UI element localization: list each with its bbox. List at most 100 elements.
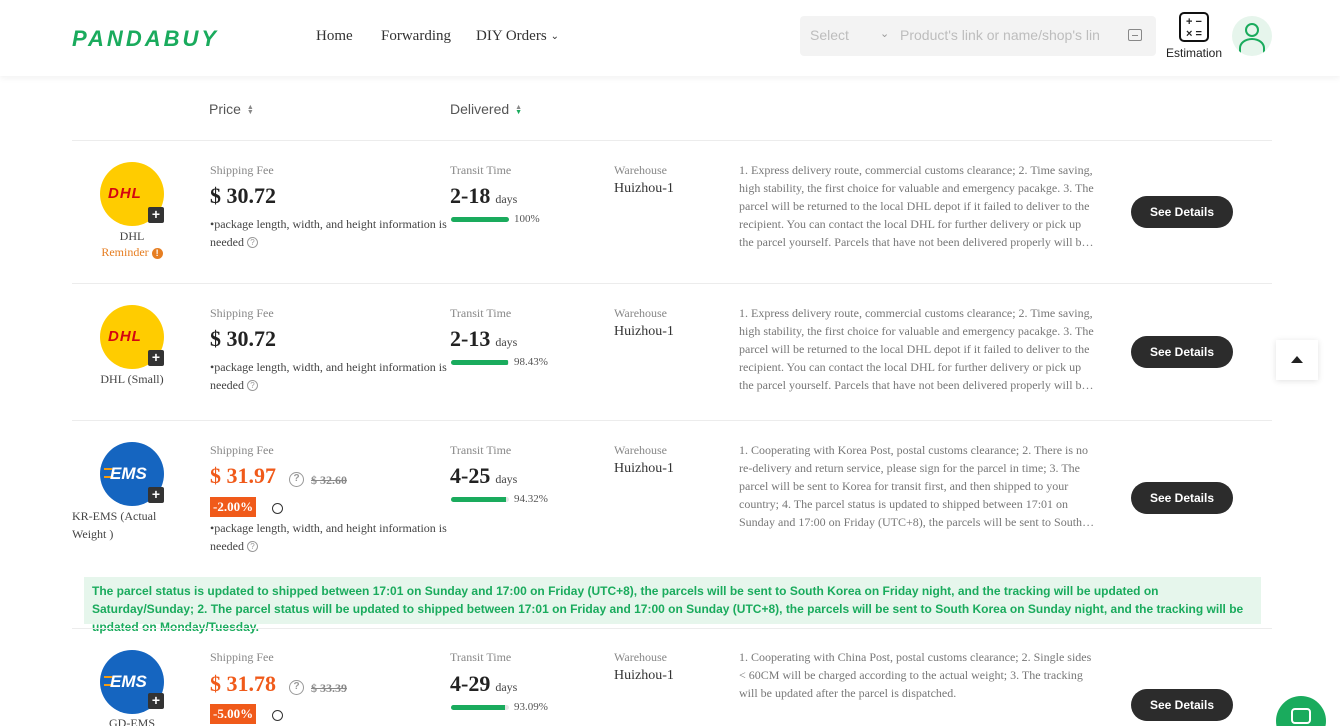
alert-icon: !	[151, 248, 163, 259]
sort-arrows-icon: ▲ ▼	[246, 104, 254, 117]
chevron-down-icon[interactable]: ⌄	[880, 27, 889, 40]
size-note: •package length, width, and height infor…	[210, 358, 455, 394]
see-details-button[interactable]: See Details	[1131, 482, 1233, 514]
reminder-label: Reminder	[101, 245, 149, 259]
original-fee: $ 33.39	[311, 681, 347, 695]
delivered-progress-bar	[451, 217, 509, 222]
route-row-dhl: DHL + DHL Reminder! Shipping Fee $ 30.72…	[72, 141, 1272, 283]
see-details-button[interactable]: See Details	[1131, 196, 1233, 228]
nav-home[interactable]: Home	[316, 28, 353, 45]
warehouse-label: Warehouse	[614, 163, 668, 177]
delivered-progress-fill	[451, 217, 509, 222]
carrier-name: GD-EMS	[108, 716, 155, 726]
see-details-button[interactable]: See Details	[1131, 336, 1233, 368]
sort-delivered-label: Delivered	[450, 101, 510, 117]
warehouse-label: Warehouse	[614, 306, 668, 320]
help-icon[interactable]: ?	[246, 380, 258, 391]
transit-time-value: 4-25 days	[450, 463, 517, 489]
carrier-name: DHL	[119, 229, 145, 243]
nav-forwarding[interactable]: Forwarding	[381, 28, 451, 45]
help-icon[interactable]: ?	[246, 237, 258, 248]
carrier-name: DHL (Small)	[100, 372, 164, 386]
delivered-percent: 100%	[514, 213, 540, 225]
user-body-shape	[1239, 38, 1265, 56]
days-unit: days	[495, 680, 518, 694]
delivered-progress-fill	[451, 360, 509, 365]
pandabuy-logo[interactable]: PANDABUY	[72, 26, 219, 52]
warehouse-value: Huizhou-1	[614, 181, 674, 196]
search-bar: Select ⌄ Product's link or name/shop's l…	[800, 16, 1156, 56]
transit-range: 2-18	[450, 183, 491, 208]
size-note-text: •package length, width, and height infor…	[210, 217, 447, 249]
add-plus-icon[interactable]: +	[148, 207, 164, 223]
add-plus-icon[interactable]: +	[148, 487, 164, 503]
shipping-fee-value: $ 31.78	[210, 671, 276, 696]
transit-time-label: Transit Time	[450, 650, 512, 664]
calculator-icon: + − × =	[1179, 12, 1209, 42]
delivered-progress-bar	[451, 497, 509, 502]
sort-price-label: Price	[209, 101, 241, 117]
size-note: •package length, width, and height infor…	[210, 519, 455, 555]
transit-range: 2-13	[450, 326, 491, 351]
delivered-progress-bar	[451, 360, 509, 365]
days-unit: days	[495, 335, 518, 349]
timer-icon[interactable]	[272, 503, 283, 514]
top-header: PANDABUY Home Forwarding DIY Orders ⌄ Sel…	[0, 0, 1340, 76]
route-description: 1. Express delivery route, commercial cu…	[739, 163, 1094, 249]
sort-by-delivered[interactable]: Delivered ▲ ▼	[450, 101, 522, 117]
shipping-fee-value: $ 31.97	[210, 463, 276, 488]
timer-icon[interactable]	[272, 710, 283, 721]
reminder-link[interactable]: Reminder!	[72, 245, 192, 260]
shipping-fee-value: $ 30.72	[210, 183, 276, 208]
help-icon[interactable]: ?	[246, 541, 258, 552]
route-row-dhl-small: DHL + DHL (Small) Shipping Fee $ 30.72 •…	[72, 284, 1272, 420]
route-row-gd-ems: EMS + GD-EMS Shipping Fee $ 31.78 ? $ 33…	[72, 629, 1272, 726]
delivered-percent: 93.09%	[514, 701, 548, 713]
sort-arrows-icon: ▲ ▼	[515, 104, 523, 117]
transit-range: 4-29	[450, 671, 491, 696]
user-head-shape	[1245, 23, 1259, 37]
shipping-fee-label: Shipping Fee	[210, 443, 274, 457]
delivered-percent: 98.43%	[514, 356, 548, 368]
chevron-down-icon: ⌄	[550, 31, 560, 42]
route-description: 1. Cooperating with Korea Post, postal c…	[739, 443, 1089, 529]
discount-badge: -5.00%	[210, 704, 257, 724]
route-row-kr-ems: EMS + KR-EMS (Actual Weight ) Shipping F…	[72, 421, 1272, 573]
delivered-progress-fill	[451, 705, 505, 710]
carrier-name: KR-EMS (Actual Weight )	[72, 509, 157, 541]
warehouse-label: Warehouse	[614, 443, 668, 457]
discount-badge: -2.00%	[210, 497, 257, 517]
transit-time-label: Transit Time	[450, 443, 512, 457]
nav-diy-orders-label: DIY Orders	[476, 28, 547, 44]
original-fee: $ 32.60	[311, 473, 347, 487]
user-avatar[interactable]	[1232, 16, 1272, 56]
transit-time-value: 4-29 days	[450, 671, 517, 697]
help-icon[interactable]: ?	[289, 472, 304, 487]
shipping-notice: The parcel status is updated to shipped …	[84, 577, 1261, 634]
days-unit: days	[495, 472, 518, 486]
help-icon[interactable]: ?	[289, 680, 304, 695]
logo-text: DHL	[108, 328, 142, 345]
add-plus-icon[interactable]: +	[148, 693, 164, 709]
transit-time-value: 2-13 days	[450, 326, 517, 352]
chat-button[interactable]	[1276, 696, 1326, 726]
arrow-up-icon	[1291, 356, 1303, 363]
estimation-button[interactable]: + − × = Estimation	[1164, 12, 1224, 60]
image-search-icon[interactable]	[1128, 29, 1142, 41]
transit-time-value: 2-18 days	[450, 183, 517, 209]
search-input[interactable]: Product's link or name/shop's link	[900, 27, 1100, 43]
days-unit: days	[495, 192, 518, 206]
delivered-progress-fill	[451, 497, 506, 502]
estimation-label: Estimation	[1165, 46, 1223, 60]
warehouse-value: Huizhou-1	[614, 461, 674, 476]
logo-text: EMS	[110, 464, 147, 483]
nav-diy-orders[interactable]: DIY Orders ⌄	[476, 28, 559, 45]
size-note-text: •package length, width, and height infor…	[210, 360, 447, 392]
sort-by-price[interactable]: Price ▲ ▼	[209, 101, 254, 117]
warehouse-label: Warehouse	[614, 650, 668, 664]
scroll-to-top-button[interactable]	[1276, 340, 1318, 380]
add-plus-icon[interactable]: +	[148, 350, 164, 366]
chat-icon	[1291, 708, 1311, 724]
see-details-button[interactable]: See Details	[1131, 689, 1233, 721]
search-type-select[interactable]: Select	[810, 27, 849, 43]
